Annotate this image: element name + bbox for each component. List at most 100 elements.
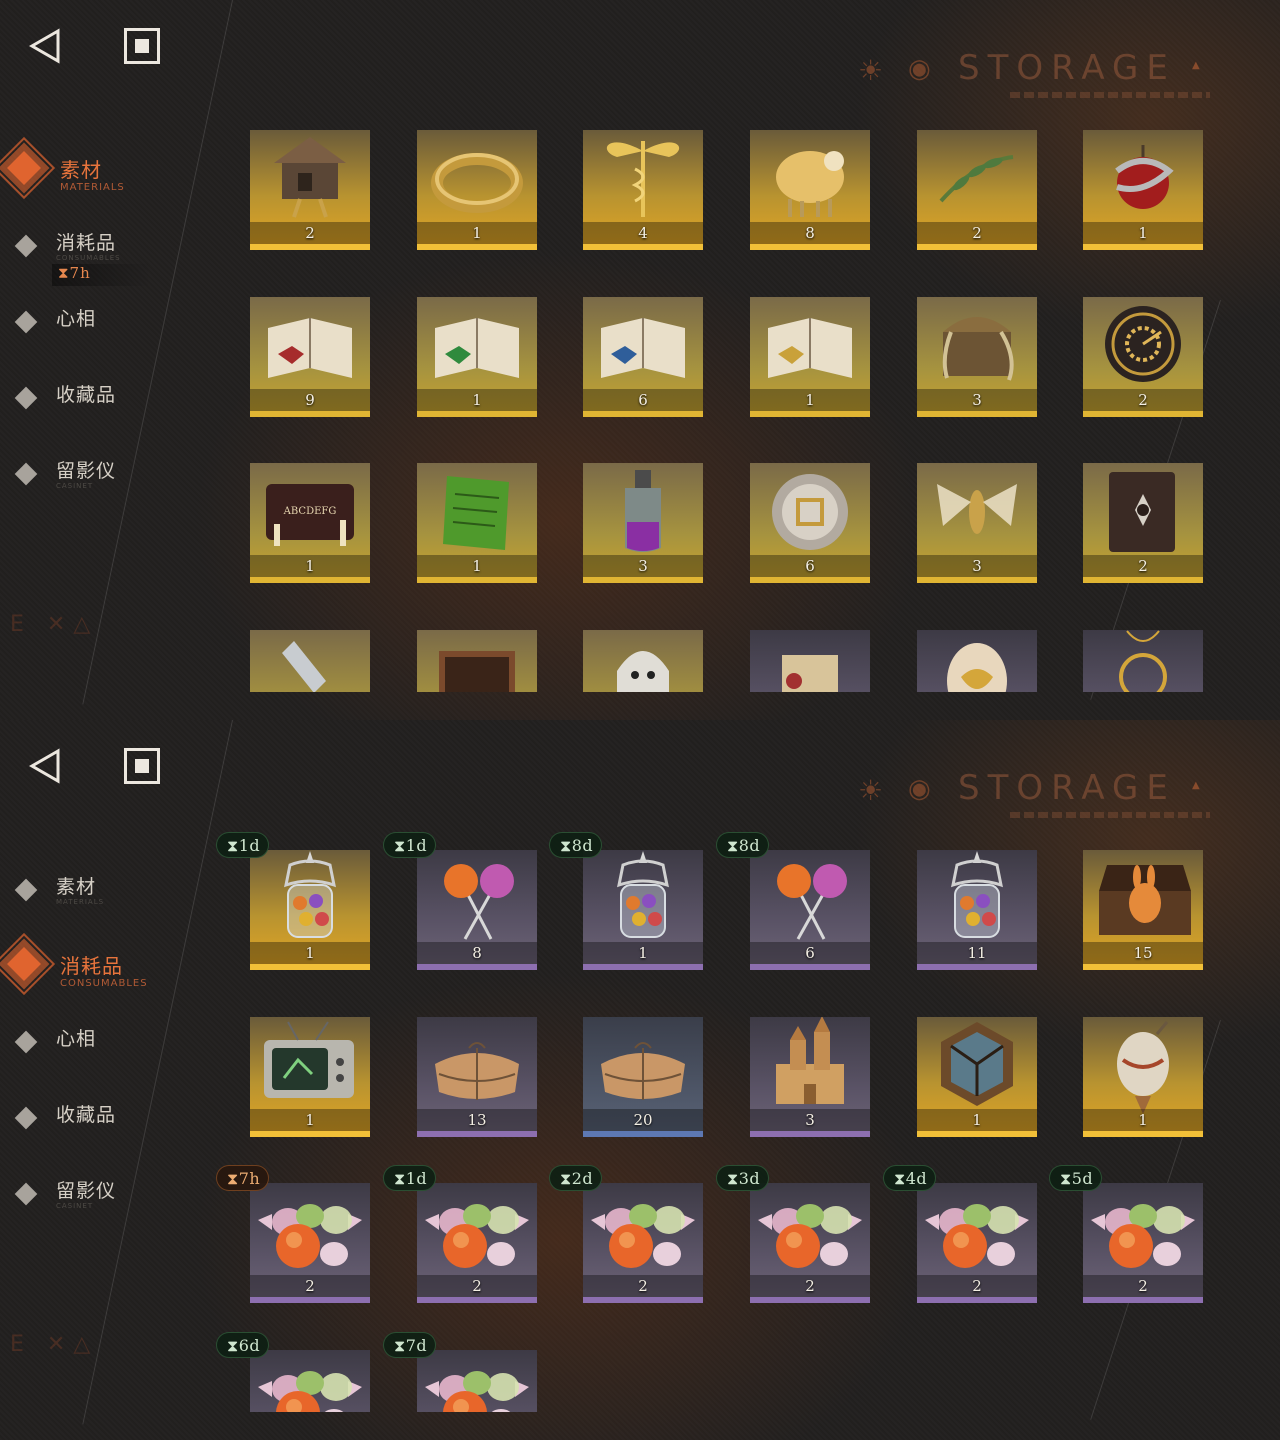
metal-disc-icon bbox=[750, 463, 870, 565]
item-card: 9 bbox=[250, 297, 370, 417]
item-card bbox=[750, 630, 870, 692]
item-quantity: 8 bbox=[472, 944, 482, 962]
item-card bbox=[1083, 630, 1203, 692]
item-slot[interactable]: 20 bbox=[583, 1017, 703, 1137]
item-slot[interactable]: 3 bbox=[917, 463, 1037, 583]
item-slot[interactable]: 1 bbox=[417, 463, 537, 583]
item-slot[interactable]: 1 bbox=[417, 130, 537, 250]
item-slot[interactable]: 6 ⧗8d bbox=[716, 832, 870, 970]
item-slot[interactable]: 2 ⧗1d bbox=[383, 1165, 537, 1303]
item-slot[interactable] bbox=[583, 630, 703, 692]
rarity-bar bbox=[417, 964, 537, 970]
item-quantity: 8 bbox=[805, 224, 815, 242]
item-slot[interactable]: 1 bbox=[750, 297, 870, 417]
item-quantity: 15 bbox=[1133, 944, 1153, 962]
rarity-bar bbox=[917, 411, 1037, 417]
item-quantity: 1 bbox=[638, 944, 648, 962]
item-quantity: 13 bbox=[467, 1111, 487, 1129]
item-slot[interactable]: 4 bbox=[583, 130, 703, 250]
expiry-timer-badge: ⧗8d bbox=[716, 832, 770, 858]
expiry-timer-badge: ⧗1d bbox=[383, 1165, 437, 1191]
item-slot[interactable]: 1 bbox=[1083, 1017, 1203, 1137]
item-card: 15 bbox=[1083, 850, 1203, 970]
item-slot[interactable]: 2 bbox=[1083, 297, 1203, 417]
item-card: 1 bbox=[250, 850, 370, 970]
item-slot[interactable]: 2 ⧗4d bbox=[883, 1165, 1037, 1303]
root-chest-icon bbox=[917, 297, 1037, 399]
rarity-bar bbox=[583, 411, 703, 417]
candies-icon bbox=[417, 1183, 537, 1285]
item-card: 2 bbox=[917, 1183, 1037, 1303]
item-slot[interactable]: 2 bbox=[917, 130, 1037, 250]
item-slot[interactable]: 8 ⧗1d bbox=[383, 832, 537, 970]
expiry-timer-badge: ⧗6d bbox=[216, 1332, 270, 1358]
item-slot[interactable]: 11 bbox=[917, 850, 1037, 970]
rarity-bar bbox=[1083, 244, 1203, 250]
item-card: 2 bbox=[417, 1183, 537, 1303]
item-slot[interactable]: 2 bbox=[1083, 463, 1203, 583]
expiry-timer-badge: ⧗1d bbox=[383, 832, 437, 858]
item-slot[interactable]: 1 bbox=[417, 297, 537, 417]
item-card: 2 bbox=[583, 1183, 703, 1303]
laurel-branch-icon bbox=[917, 130, 1037, 232]
rarity-bar bbox=[750, 411, 870, 417]
storage-panel-consumables: ☀ ◉ STORAGE ▲ 素材 MATERIALS 消耗品 CONSUMABL… bbox=[0, 720, 1280, 1440]
expiry-timer-badge: ⧗5d bbox=[1049, 1165, 1103, 1191]
item-slot[interactable]: 13 bbox=[417, 1017, 537, 1137]
item-slot[interactable]: 8 bbox=[750, 130, 870, 250]
candies-icon bbox=[250, 1183, 370, 1285]
item-slot[interactable]: 3 bbox=[750, 1017, 870, 1137]
rarity-bar bbox=[917, 1131, 1037, 1137]
item-quantity: 1 bbox=[472, 224, 482, 242]
item-slot[interactable]: 2 bbox=[250, 130, 370, 250]
item-slot[interactable]: 15 bbox=[1083, 850, 1203, 970]
item-slot[interactable]: 2 ⧗7h bbox=[216, 1165, 370, 1303]
rarity-bar bbox=[917, 964, 1037, 970]
rarity-bar bbox=[917, 244, 1037, 250]
item-slot[interactable]: 1 bbox=[250, 1017, 370, 1137]
item-slot[interactable] bbox=[917, 630, 1037, 692]
item-slot[interactable]: 2 ⧗5d bbox=[1049, 1165, 1203, 1303]
item-card: 2 bbox=[917, 130, 1037, 250]
item-slot[interactable]: 1 ⧗8d bbox=[549, 832, 703, 970]
item-slot[interactable] bbox=[1083, 630, 1203, 692]
item-slot[interactable]: 1 ⧗1d bbox=[216, 832, 370, 970]
item-slot[interactable]: 6 bbox=[583, 297, 703, 417]
item-slot[interactable]: 2 ⧗3d bbox=[716, 1165, 870, 1303]
item-slot[interactable]: 3 bbox=[583, 463, 703, 583]
item-card: 1 bbox=[917, 1017, 1037, 1137]
parcel-icon bbox=[583, 1017, 703, 1119]
candies-icon bbox=[250, 1350, 370, 1412]
item-slot[interactable]: ABCDEFG 1 bbox=[250, 463, 370, 583]
rarity-bar bbox=[250, 411, 370, 417]
item-slot[interactable]: 2 ⧗2d bbox=[549, 1165, 703, 1303]
item-slot[interactable]: 1 bbox=[917, 1017, 1037, 1137]
item-quantity: 1 bbox=[305, 1111, 315, 1129]
rarity-bar bbox=[417, 1131, 537, 1137]
item-quantity: 1 bbox=[805, 391, 815, 409]
item-slot[interactable] bbox=[250, 630, 370, 692]
rarity-bar bbox=[750, 1297, 870, 1303]
item-card bbox=[250, 1350, 370, 1412]
moth-icon bbox=[917, 463, 1037, 565]
rarity-bar bbox=[583, 1297, 703, 1303]
item-slot[interactable]: 6 bbox=[750, 463, 870, 583]
expiry-timer-badge: ⧗3d bbox=[716, 1165, 770, 1191]
item-slot[interactable] bbox=[750, 630, 870, 692]
item-slot[interactable]: ⧗6d bbox=[216, 1332, 370, 1412]
wooden-case-icon bbox=[417, 630, 537, 692]
item-quantity: 2 bbox=[305, 224, 315, 242]
stained-medal-icon bbox=[917, 1017, 1037, 1119]
candies-icon bbox=[417, 1350, 537, 1412]
rarity-bar bbox=[583, 577, 703, 583]
rarity-bar bbox=[1083, 1131, 1203, 1137]
item-slot[interactable]: ⧗7d bbox=[383, 1332, 537, 1412]
item-card bbox=[917, 630, 1037, 692]
item-card: 13 bbox=[417, 1017, 537, 1137]
item-slot[interactable]: 1 bbox=[1083, 130, 1203, 250]
item-quantity: 2 bbox=[972, 1277, 982, 1295]
item-slot[interactable] bbox=[417, 630, 537, 692]
rarity-bar bbox=[750, 1131, 870, 1137]
item-slot[interactable]: 3 bbox=[917, 297, 1037, 417]
item-slot[interactable]: 9 bbox=[250, 297, 370, 417]
